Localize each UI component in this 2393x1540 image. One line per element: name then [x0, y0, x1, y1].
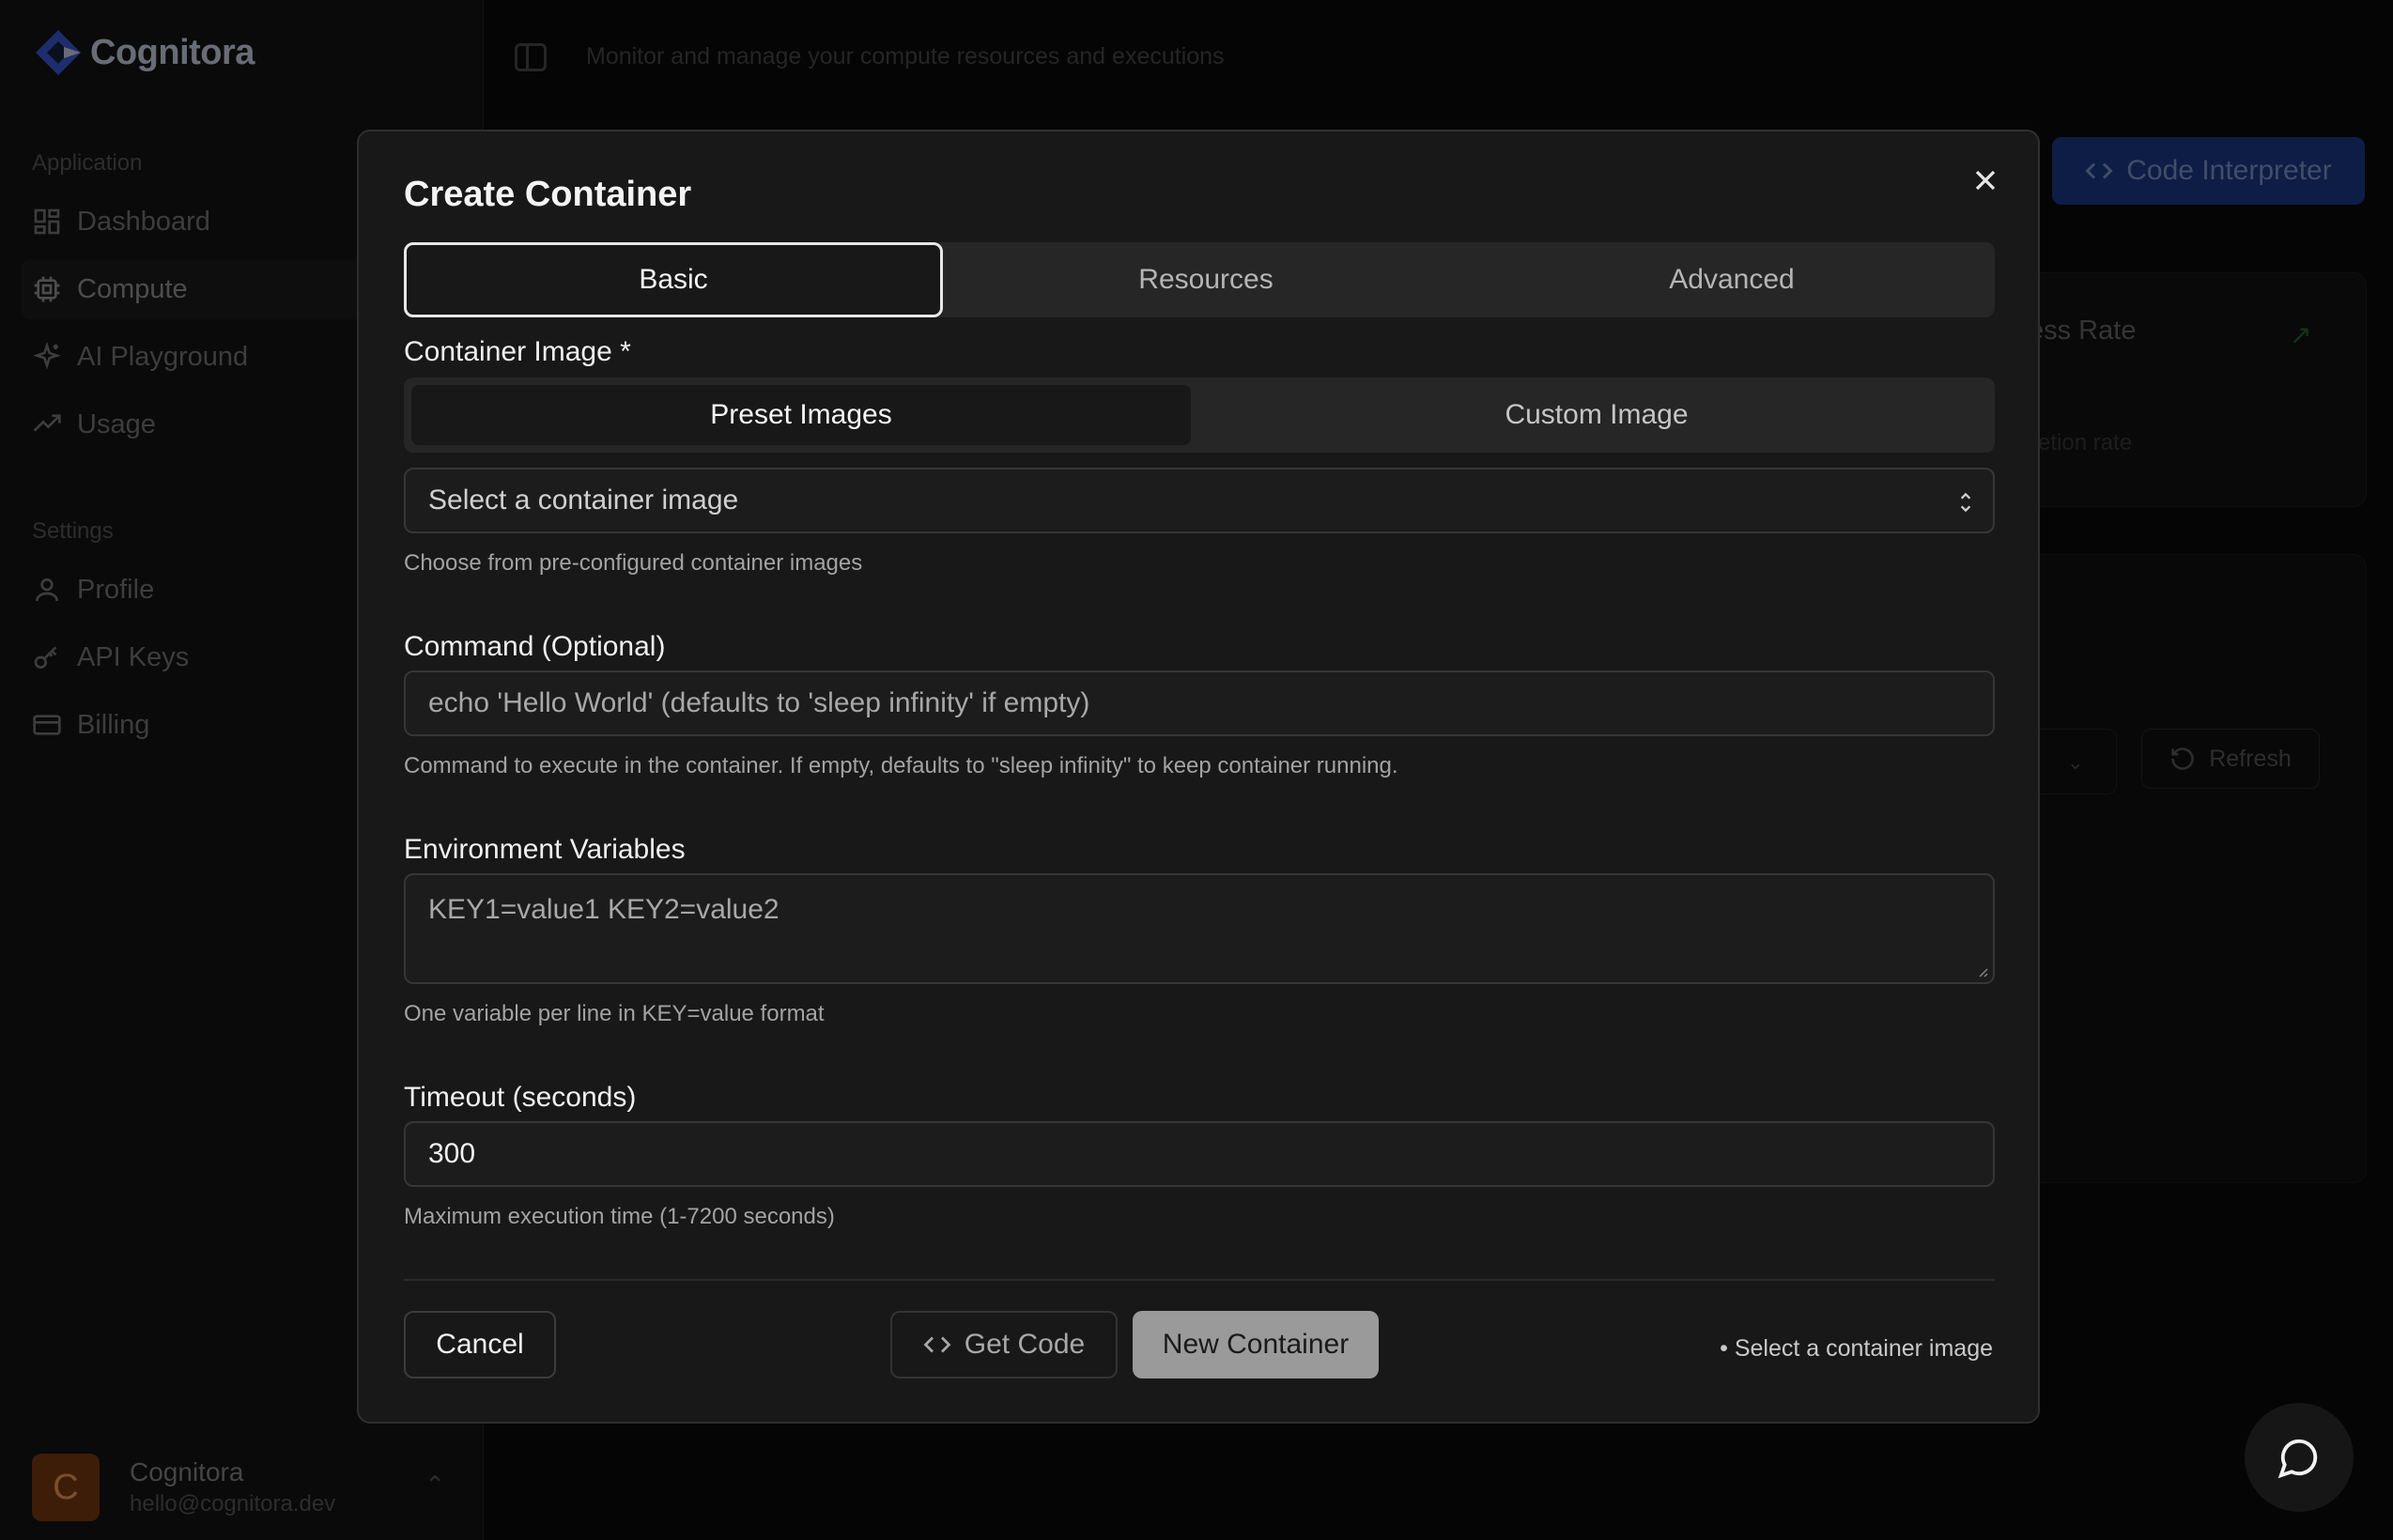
- create-container-dialog: Create Container Basic Resources Advance…: [357, 130, 2040, 1424]
- env-vars-textarea[interactable]: KEY1=value1 KEY2=value2: [404, 873, 1995, 984]
- new-container-button[interactable]: New Container: [1133, 1311, 1379, 1378]
- tab-preset-images[interactable]: Preset Images: [411, 385, 1191, 445]
- timeout-value: 300: [428, 1138, 476, 1169]
- command-help: Command to execute in the container. If …: [404, 753, 1398, 778]
- chat-button[interactable]: [2245, 1403, 2354, 1512]
- env-vars-label: Environment Variables: [404, 834, 686, 865]
- tab-resources[interactable]: Resources: [943, 242, 1469, 317]
- timeout-help: Maximum execution time (1-7200 seconds): [404, 1204, 835, 1229]
- env-vars-placeholder: KEY1=value1 KEY2=value2: [428, 894, 780, 925]
- cancel-button[interactable]: Cancel: [404, 1311, 556, 1378]
- container-image-help: Choose from pre-configured container ima…: [404, 550, 863, 576]
- tab-custom-image[interactable]: Custom Image: [1198, 377, 1995, 453]
- dialog-title: Create Container: [404, 175, 692, 214]
- command-placeholder: echo 'Hello World' (defaults to 'sleep i…: [428, 687, 1090, 718]
- message-circle-icon: [2277, 1439, 2318, 1479]
- tab-basic[interactable]: Basic: [404, 242, 943, 317]
- image-source-tabs: Preset Images Custom Image: [404, 377, 1995, 453]
- get-code-button[interactable]: Get Code: [890, 1311, 1118, 1378]
- close-icon[interactable]: [1968, 163, 2002, 197]
- container-image-label: Container Image *: [404, 336, 631, 367]
- get-code-label: Get Code: [964, 1329, 1086, 1360]
- command-input[interactable]: echo 'Hello World' (defaults to 'sleep i…: [404, 670, 1995, 736]
- env-vars-help: One variable per line in KEY=value forma…: [404, 1001, 825, 1026]
- container-image-select[interactable]: Select a container image: [404, 468, 1995, 533]
- command-label: Command (Optional): [404, 631, 666, 662]
- dialog-tabs: Basic Resources Advanced: [404, 242, 1995, 317]
- resize-handle-icon[interactable]: [1974, 963, 1989, 978]
- chevrons-up-down-icon: [1960, 492, 1971, 513]
- footer-divider: [404, 1279, 1995, 1281]
- code-icon: [923, 1336, 951, 1353]
- validation-hint: • Select a container image: [1720, 1335, 1993, 1362]
- timeout-input[interactable]: 300: [404, 1121, 1995, 1187]
- tab-advanced[interactable]: Advanced: [1469, 242, 1995, 317]
- timeout-label: Timeout (seconds): [404, 1082, 637, 1113]
- select-value: Select a container image: [428, 485, 739, 516]
